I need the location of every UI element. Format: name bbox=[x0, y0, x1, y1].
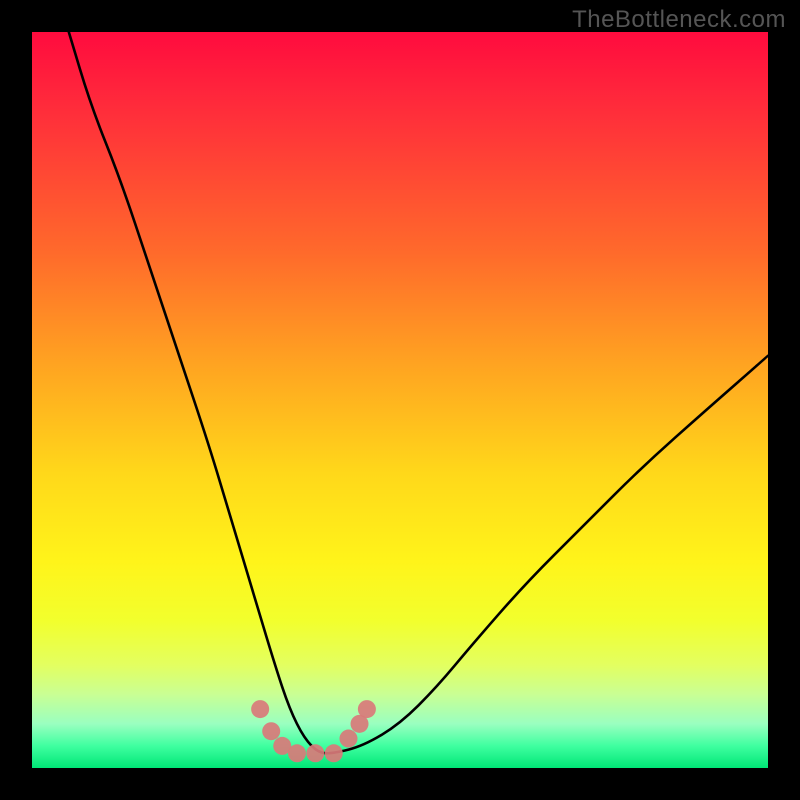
marker-dot bbox=[339, 730, 357, 748]
marker-dot bbox=[325, 744, 343, 762]
marker-dot bbox=[251, 700, 269, 718]
plot-area bbox=[32, 32, 768, 768]
marker-cluster bbox=[251, 700, 376, 762]
marker-dot bbox=[358, 700, 376, 718]
marker-dot bbox=[288, 744, 306, 762]
marker-dot bbox=[306, 744, 324, 762]
watermark-text: TheBottleneck.com bbox=[572, 6, 786, 34]
bottleneck-curve bbox=[69, 32, 768, 753]
marker-dot bbox=[262, 722, 280, 740]
chart-frame: TheBottleneck.com bbox=[0, 0, 800, 800]
chart-svg bbox=[32, 32, 768, 768]
